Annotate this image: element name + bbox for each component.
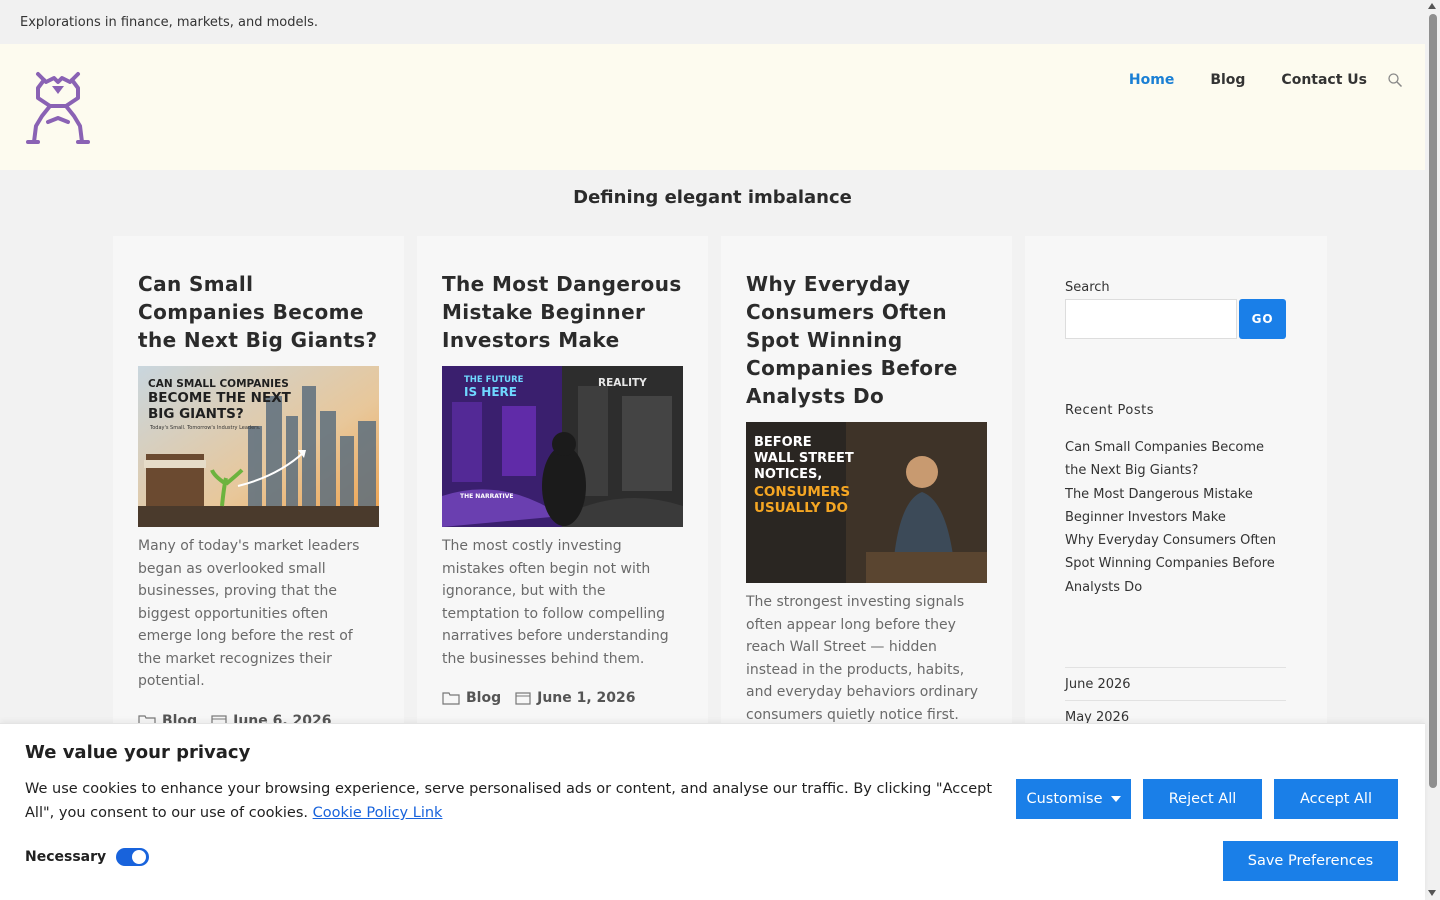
thumbnail-text: BIG GIANTS? (148, 406, 244, 422)
post-thumbnail[interactable]: BEFORE WALL STREET NOTICES, CONSUMERS US… (746, 422, 987, 583)
scrollbar-thumb[interactable] (1429, 14, 1437, 788)
caret-down-icon (1110, 796, 1121, 802)
folder-icon (442, 692, 460, 705)
calendar-icon (515, 692, 531, 705)
post-card: Why Everyday Consumers Often Spot Winnin… (721, 236, 1012, 756)
thumbnail-text: Today's Small. Tomorrow's Industry Leade… (149, 425, 261, 431)
main-content: Can Small Companies Become the Next Big … (113, 236, 1327, 756)
thumbnail-text: BECOME THE NEXT (148, 390, 292, 406)
necessary-cookies-row: Necessary (25, 848, 150, 866)
post-category[interactable]: Blog (466, 690, 501, 706)
site-header: Home Blog Contact Us (0, 44, 1425, 170)
thumbnail-text: CONSUMERS (754, 484, 850, 500)
search-icon[interactable] (1387, 72, 1403, 88)
post-meta: Blog June 1, 2026 (442, 690, 683, 706)
search-input[interactable] (1065, 299, 1237, 339)
archive-item[interactable]: June 2026 (1065, 668, 1286, 702)
recent-posts-title: Recent Posts (1065, 403, 1155, 418)
cookie-title: We value your privacy (25, 742, 251, 763)
post-thumbnail[interactable]: CAN SMALL COMPANIES BECOME THE NEXT BIG … (138, 366, 379, 527)
thumbnail-text: IS HERE (464, 385, 517, 399)
thumbnail-text: CAN SMALL COMPANIES (148, 378, 289, 390)
site-description: Explorations in finance, markets, and mo… (20, 14, 319, 30)
site-logo[interactable] (24, 70, 92, 146)
save-preferences-button[interactable]: Save Preferences (1223, 841, 1398, 881)
post-excerpt: Many of today's market leaders began as … (138, 538, 360, 689)
recent-post-link[interactable]: Can Small Companies Become the Next Big … (1065, 436, 1286, 483)
nav-item-blog[interactable]: Blog (1210, 72, 1245, 88)
recent-post-link[interactable]: The Most Dangerous Mistake Beginner Inve… (1065, 483, 1286, 530)
post-thumbnail[interactable]: THE FUTURE IS HERE REALITY THE NARRATIVE (442, 366, 683, 527)
thumbnail-text: THE NARRATIVE (460, 493, 513, 500)
main-nav: Home Blog Contact Us (1129, 72, 1403, 88)
page-scrollbar[interactable] (1425, 0, 1440, 900)
search-label: Search (1065, 280, 1110, 295)
search-form: GO (1065, 299, 1286, 339)
customise-button[interactable]: Customise (1016, 779, 1131, 819)
cookie-text: We use cookies to enhance your browsing … (25, 781, 993, 821)
post-card: The Most Dangerous Mistake Beginner Inve… (417, 236, 708, 756)
thumbnail-text: USUALLY DO (754, 500, 848, 516)
thumbnail-text: NOTICES, (754, 467, 822, 482)
nav-item-contact-us[interactable]: Contact Us (1281, 72, 1367, 88)
site-tagline: Defining elegant imbalance (573, 187, 852, 208)
top-bar: Explorations in finance, markets, and mo… (0, 0, 1425, 44)
necessary-toggle[interactable] (116, 848, 150, 866)
thumbnail-text: WALL STREET (754, 451, 854, 466)
necessary-label: Necessary (25, 849, 107, 865)
search-go-button[interactable]: GO (1239, 299, 1286, 339)
recent-post-link[interactable]: Why Everyday Consumers Often Spot Winnin… (1065, 529, 1286, 599)
post-card: Can Small Companies Become the Next Big … (113, 236, 404, 756)
recent-posts-list: Can Small Companies Become the Next Big … (1065, 436, 1286, 599)
post-title[interactable]: Why Everyday Consumers Often Spot Winnin… (746, 270, 987, 410)
cookie-policy-link[interactable]: Cookie Policy Link (313, 805, 443, 821)
accept-all-button[interactable]: Accept All (1274, 779, 1398, 819)
post-excerpt: The strongest investing signals often ap… (746, 594, 979, 723)
sidebar: Search GO Recent Posts Can Small Compani… (1025, 236, 1327, 756)
post-excerpt: The most costly investing mistakes often… (442, 538, 669, 667)
post-date[interactable]: June 1, 2026 (537, 690, 635, 706)
thumbnail-text: REALITY (598, 377, 647, 389)
scroll-up-icon[interactable] (1428, 3, 1436, 9)
thumbnail-text: BEFORE (754, 435, 812, 450)
nav-item-home[interactable]: Home (1129, 72, 1174, 88)
reject-all-button[interactable]: Reject All (1143, 779, 1262, 819)
post-title[interactable]: Can Small Companies Become the Next Big … (138, 270, 379, 354)
scroll-down-icon[interactable] (1428, 890, 1436, 896)
thumbnail-text: THE FUTURE (464, 375, 524, 385)
post-title[interactable]: The Most Dangerous Mistake Beginner Inve… (442, 270, 683, 354)
cookie-consent-banner: We value your privacy We use cookies to … (0, 723, 1425, 900)
